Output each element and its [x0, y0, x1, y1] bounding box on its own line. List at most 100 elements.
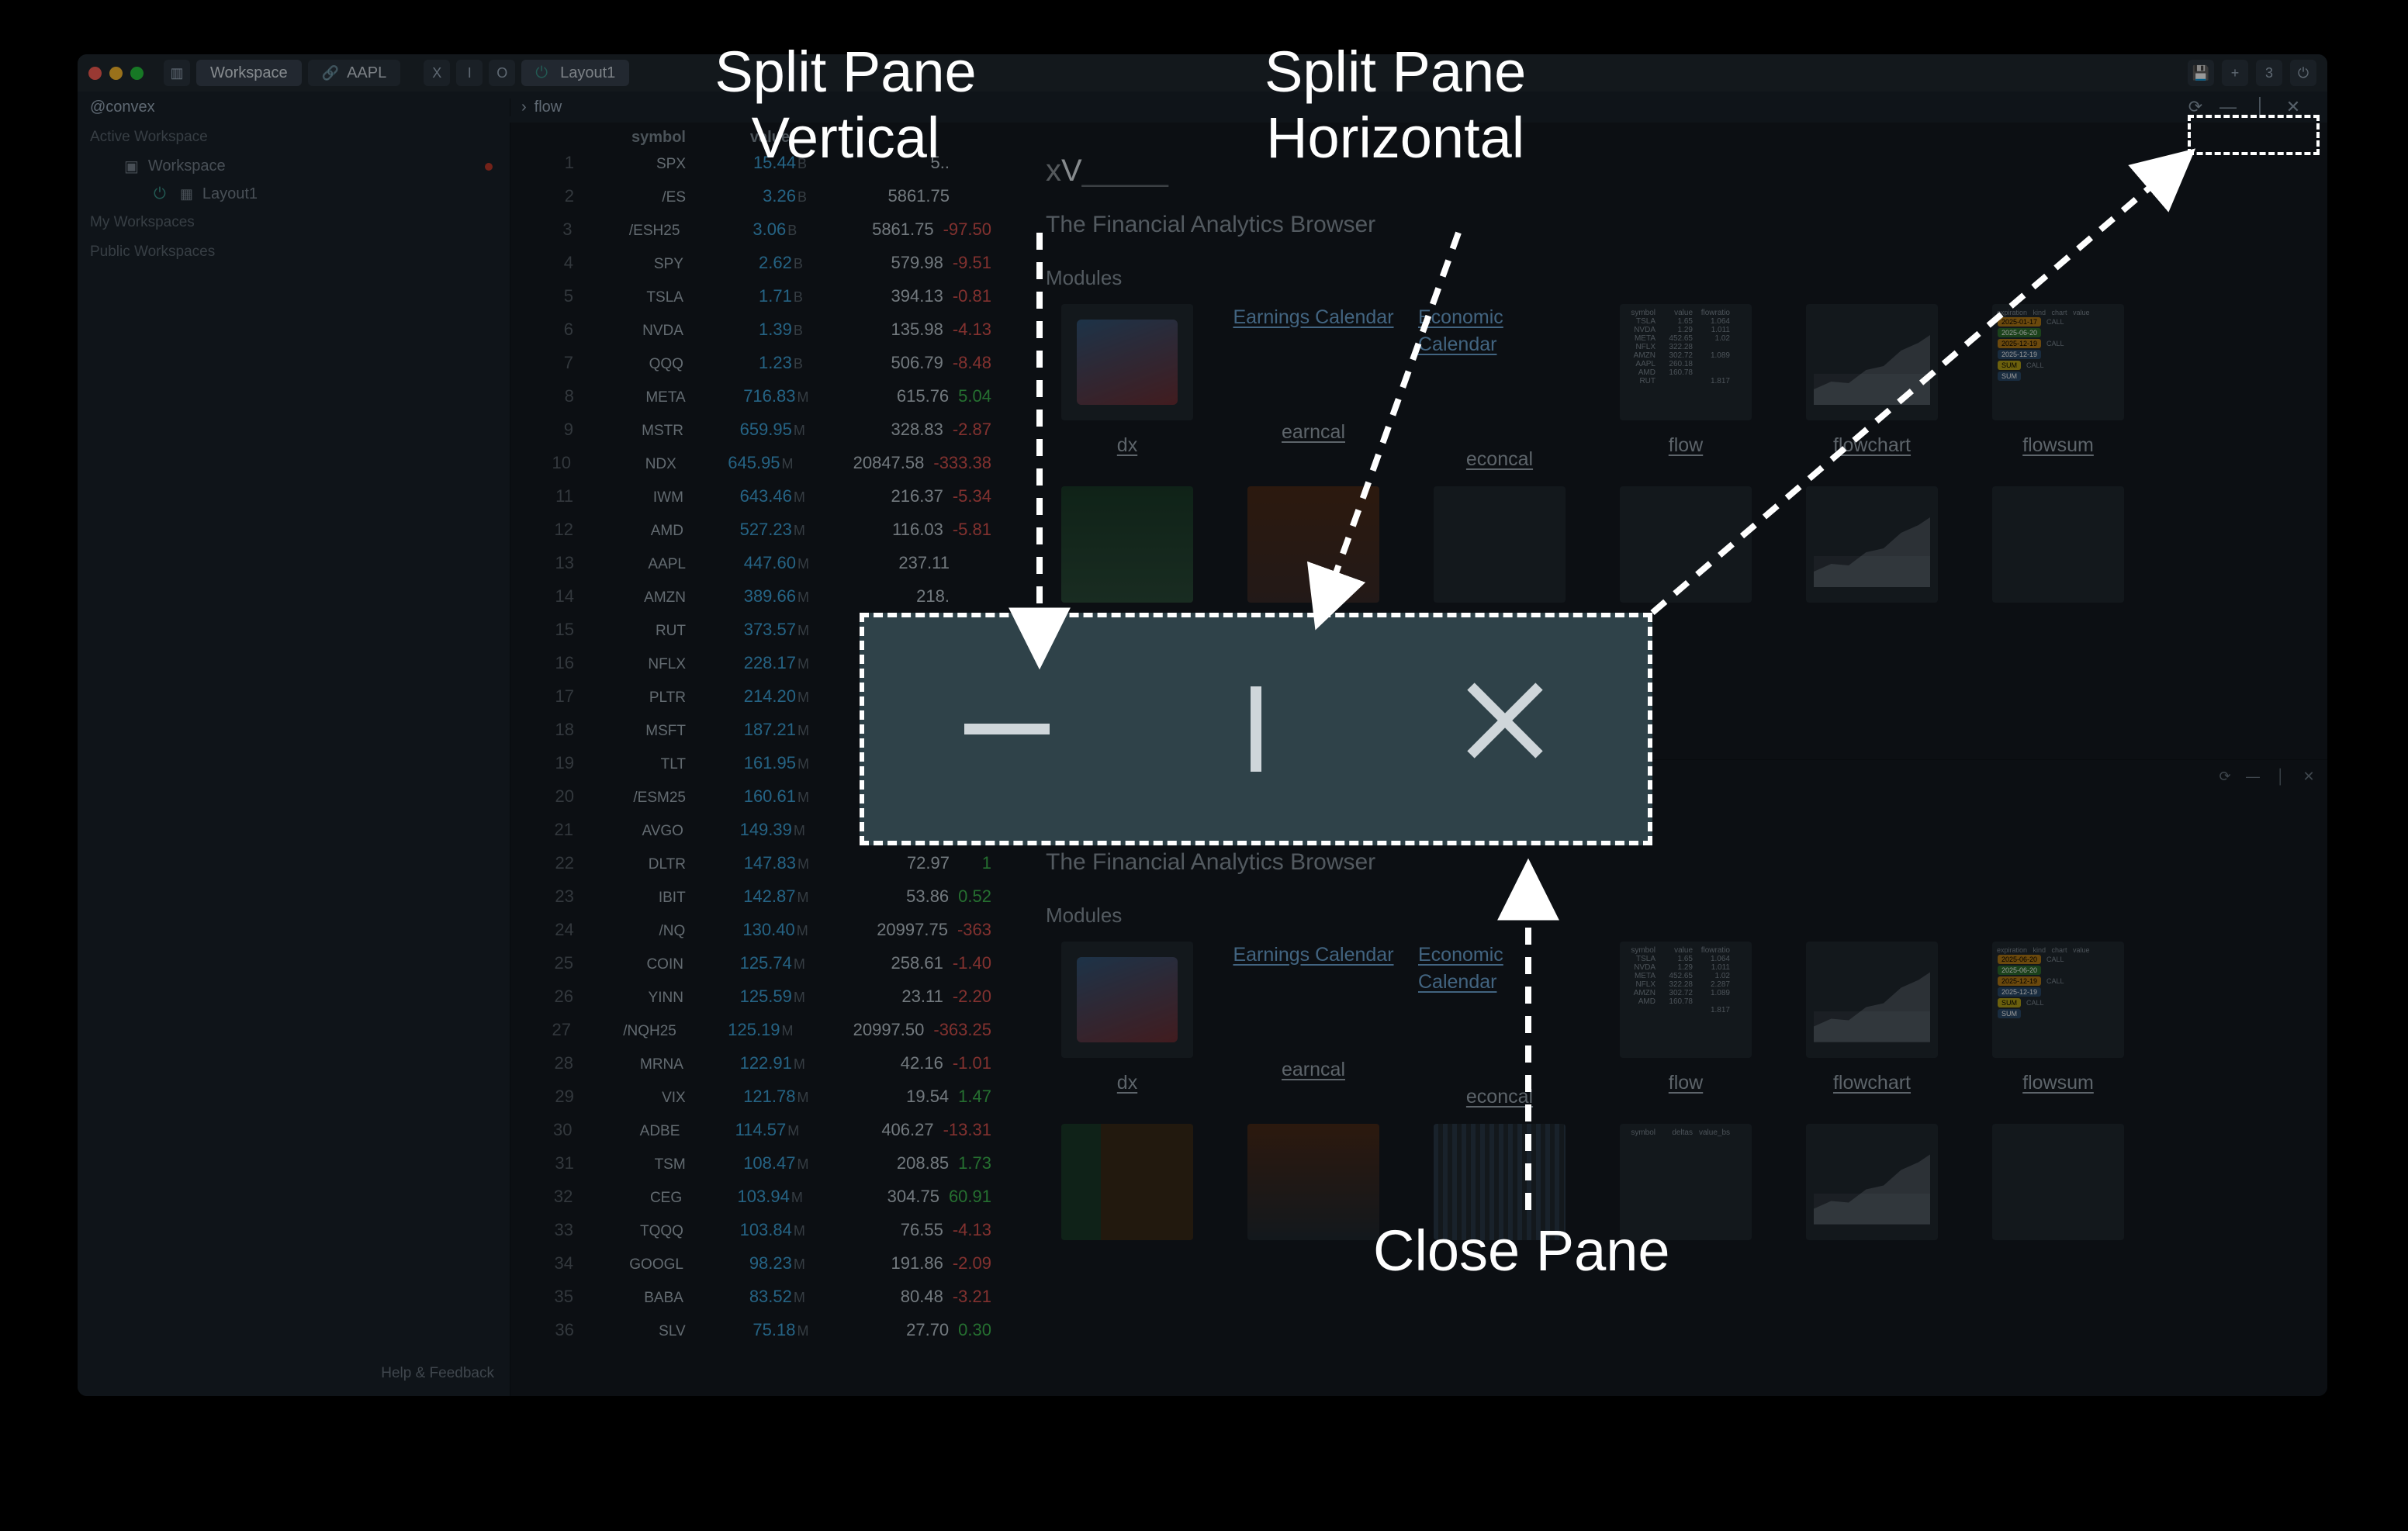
power-button[interactable]: ⏻ [2290, 60, 2316, 86]
x-button[interactable]: X [424, 60, 450, 86]
table-row[interactable]: 30ADBE114.57M406.27-13.31 [510, 1118, 1007, 1152]
table-row[interactable]: 21AVGO149.39M223.89-5.42 [510, 818, 1007, 852]
close-pane-button[interactable]: ✕ [2281, 95, 2306, 119]
row-change: -2.09 [953, 1253, 991, 1274]
table-row[interactable]: 6NVDA1.39B135.98-4.13 [510, 318, 1007, 351]
module-thumb[interactable] [1434, 486, 1566, 603]
minimize-window-button[interactable] [109, 67, 123, 80]
table-row[interactable]: 2/ES3.26B5861.75 [510, 185, 1007, 218]
module-thumb[interactable] [1061, 1124, 1193, 1240]
table-row[interactable]: 31TSM108.47M208.851.73 [510, 1152, 1007, 1185]
table-row[interactable]: 22DLTR147.83M72.971 [510, 852, 1007, 885]
command-bar[interactable]: › flow ⟳ ― │ ✕ [510, 95, 2327, 119]
refresh-button[interactable]: ⟳ [2214, 766, 2236, 788]
i-button[interactable]: I [456, 60, 483, 86]
table-row[interactable]: 24/NQ130.40M20997.75-363 [510, 918, 1007, 952]
table-row[interactable]: 27/NQH25125.19M20997.50-363.25 [510, 1018, 1007, 1052]
module-flowsum[interactable]: expiration kind chart value 2025-06-20CA… [1977, 942, 2140, 1108]
close-pane-button[interactable]: ✕ [2298, 766, 2320, 788]
refresh-button[interactable]: ⟳ [2183, 95, 2208, 119]
row-symbol: ADBE [586, 1123, 690, 1140]
table-row[interactable]: 26YINN125.59M23.11-2.20 [510, 985, 1007, 1018]
split-horizontal-button[interactable]: │ [2270, 766, 2292, 788]
add-button[interactable]: + [2222, 60, 2248, 86]
maximize-window-button[interactable] [130, 67, 144, 80]
row-symbol: AMD [587, 523, 694, 540]
module-flowchart[interactable]: flowchart [1790, 942, 1953, 1108]
row-price: 42.16 [815, 1053, 953, 1073]
table-row[interactable]: 35BABA83.52M80.48-3.21 [510, 1285, 1007, 1318]
table-row[interactable]: 7QQQ1.23B506.79-8.48 [510, 351, 1007, 385]
table-row[interactable]: 28MRNA122.91M42.16-1.01 [510, 1052, 1007, 1085]
module-label[interactable]: econcal [1466, 1086, 1533, 1108]
sidebar-heading-my[interactable]: My Workspaces [78, 208, 510, 237]
sidebar-heading-public[interactable]: Public Workspaces [78, 237, 510, 267]
module-label[interactable]: earncal [1282, 421, 1345, 444]
split-horizontal-button[interactable]: │ [2248, 95, 2273, 119]
module-thumb[interactable] [1061, 486, 1193, 603]
workspace-tab[interactable]: Workspace [196, 60, 302, 86]
module-flow[interactable]: symbolvalueflowratio TSLA1.651.064 NVDA1… [1604, 304, 1767, 471]
table-row[interactable]: 13AAPL447.60M237.11 [510, 551, 1007, 585]
sidebar-toggle-button[interactable]: ▥ [164, 60, 190, 86]
table-row[interactable]: 32CEG103.94M304.7560.91 [510, 1185, 1007, 1218]
close-window-button[interactable] [88, 67, 102, 80]
split-vertical-button[interactable]: ― [2242, 766, 2264, 788]
module-dx[interactable]: dx [1046, 304, 1209, 471]
table-row[interactable]: 36SLV75.18M27.700.30 [510, 1318, 1007, 1352]
ticker-tab[interactable]: 🔗 AAPL [308, 60, 401, 86]
module-flowsum[interactable]: expiration kind chart value 2025-01-17CA… [1977, 304, 2140, 471]
table-row[interactable]: 20/ESM25160.61M5916. [510, 785, 1007, 818]
module-thumb[interactable]: symboldeltasvalue_bs [1620, 1124, 1752, 1240]
table-row[interactable]: 16NFLX228.17M837. [510, 651, 1007, 685]
table-row[interactable]: 17PLTR214.20M67. [510, 685, 1007, 718]
module-label[interactable]: econcal [1466, 448, 1533, 471]
table-row[interactable]: 25COIN125.74M258.61-1.40 [510, 952, 1007, 985]
module-dx[interactable]: dx [1046, 942, 1209, 1108]
sidebar-item-layout[interactable]: ⏻ ▦ Layout1 [78, 181, 510, 208]
table-row[interactable]: 8META716.83M615.765.04 [510, 385, 1007, 418]
module-thumb[interactable] [1806, 1124, 1938, 1240]
table-row[interactable]: 34GOOGL98.23M191.86-2.09 [510, 1252, 1007, 1285]
table-row[interactable]: 14AMZN389.66M218. [510, 585, 1007, 618]
table-row[interactable]: 33TQQQ103.84M76.55-4.13 [510, 1218, 1007, 1252]
table-row[interactable]: 3/ESH253.06B5861.75-97.50 [510, 218, 1007, 251]
row-value: 527.23 [694, 520, 794, 540]
table-row[interactable]: 12AMD527.23M116.03-5.81 [510, 518, 1007, 551]
table-row[interactable]: 10NDX645.95M20847.58-333.38 [510, 451, 1007, 485]
economic-calendar-link[interactable]: Economic Calendar [1418, 304, 1581, 358]
save-button[interactable]: 💾 [2188, 60, 2214, 86]
table-row[interactable]: 18MSFT187.21M419. [510, 718, 1007, 752]
module-thumb[interactable] [1992, 486, 2124, 603]
economic-calendar-link[interactable]: Economic Calendar [1418, 942, 1581, 996]
module-thumb[interactable] [1806, 486, 1938, 603]
row-unit: M [794, 823, 815, 839]
split-vertical-button[interactable]: ― [2216, 95, 2240, 119]
table-row[interactable]: 5TSLA1.71B394.13-0.81 [510, 285, 1007, 318]
module-flow[interactable]: symbolvalueflowratio TSLA1.651.064 NVDA1… [1604, 942, 1767, 1108]
three-button[interactable]: 3 [2256, 60, 2282, 86]
table-row[interactable]: 1SPX15.44B5.. [510, 151, 1007, 185]
earnings-calendar-link[interactable]: Earnings Calendar [1233, 942, 1393, 969]
module-flowchart[interactable]: flowchart [1790, 304, 1953, 471]
table-row[interactable]: 29VIX121.78M19.541.47 [510, 1085, 1007, 1118]
table-row[interactable]: 19TLT161.95M85. [510, 752, 1007, 785]
row-change: 0.52 [958, 886, 991, 907]
module-thumb[interactable] [1434, 1124, 1566, 1240]
table-row[interactable]: 23IBIT142.87M53.860.52 [510, 885, 1007, 918]
table-row[interactable]: 9MSTR659.95M328.83-2.87 [510, 418, 1007, 451]
o-button[interactable]: O [489, 60, 515, 86]
help-feedback-link[interactable]: Help & Feedback [381, 1365, 494, 1382]
table-row[interactable]: 11IWM643.46M216.37-5.34 [510, 485, 1007, 518]
row-symbol: NDX [585, 456, 687, 473]
layout-tab[interactable]: ⏻ Layout1 [521, 60, 629, 86]
module-label[interactable]: earncal [1282, 1059, 1345, 1081]
table-row[interactable]: 4SPY2.62B579.98-9.51 [510, 251, 1007, 285]
module-thumb[interactable] [1992, 1124, 2124, 1240]
module-thumb[interactable] [1247, 1124, 1379, 1240]
sidebar-item-workspace[interactable]: ▣ Workspace [78, 152, 510, 181]
table-row[interactable]: 15RUT373.57M2189. [510, 618, 1007, 651]
earnings-calendar-link[interactable]: Earnings Calendar [1233, 304, 1393, 331]
module-thumb[interactable] [1247, 486, 1379, 603]
module-thumb[interactable] [1620, 486, 1752, 603]
